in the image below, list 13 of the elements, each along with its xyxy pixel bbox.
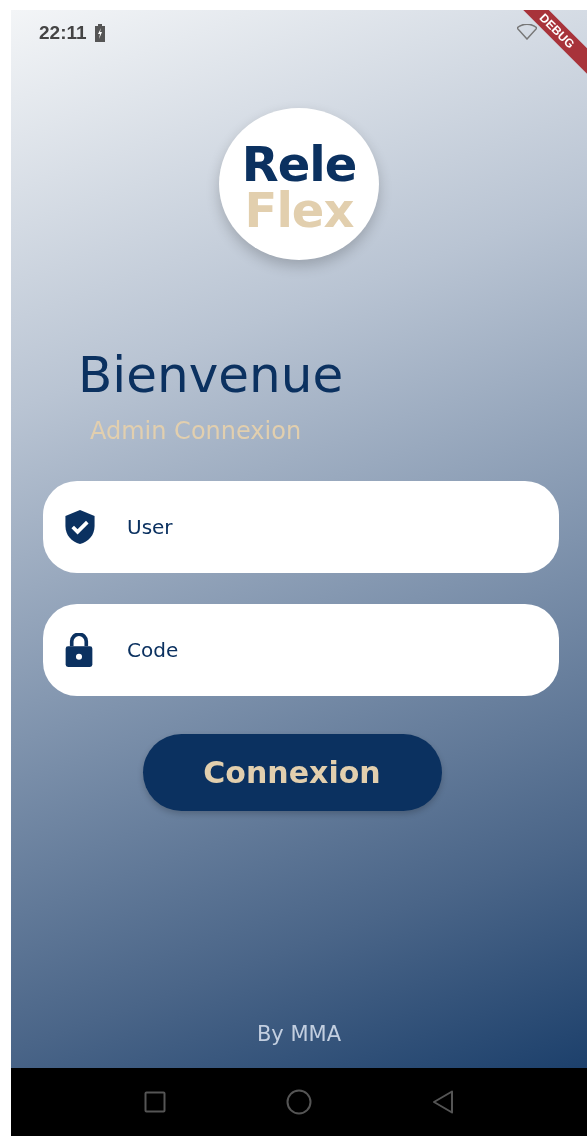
welcome-title: Bienvenue <box>78 348 345 403</box>
footer-text: By MMA <box>255 1022 343 1046</box>
wifi-icon <box>517 24 537 40</box>
back-icon[interactable] <box>432 1090 454 1114</box>
logo-text: Rele <box>241 142 357 188</box>
home-icon[interactable] <box>286 1089 312 1115</box>
input-field[interactable]: Code <box>43 604 559 696</box>
status-time: 22:11 <box>39 21 87 44</box>
recents-icon[interactable] <box>144 1091 166 1113</box>
battery-charging-icon <box>94 23 105 42</box>
login-button[interactable]: Connexion <box>142 734 442 811</box>
input-field[interactable]: User <box>43 481 559 573</box>
logo-text: Flex <box>244 188 354 234</box>
